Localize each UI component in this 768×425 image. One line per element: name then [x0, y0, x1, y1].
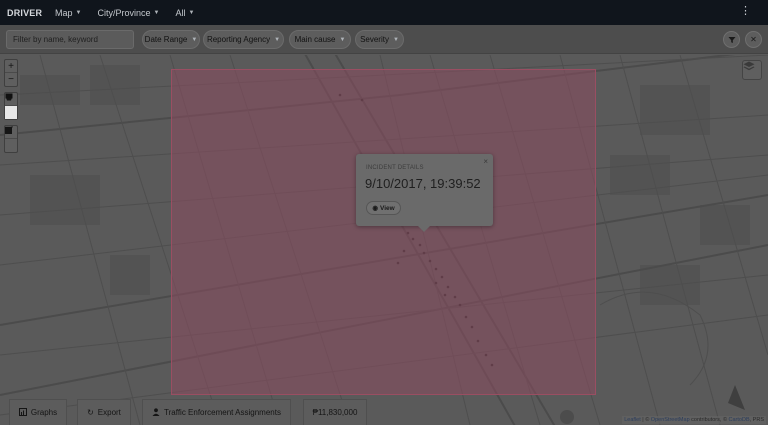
view-incident-button[interactable]: ◉ View — [366, 201, 401, 215]
attrib-tail: , PRS — [749, 417, 764, 423]
zoom-control: + − — [4, 59, 18, 87]
close-icon[interactable]: ✕ — [745, 31, 762, 48]
nav-map-dropdown[interactable]: Map ▼ — [55, 8, 81, 18]
reporting-agency-filter-button[interactable]: Reporting Agency ▼ — [203, 30, 284, 49]
nav-map-label: Map — [55, 7, 73, 18]
caret-down-icon: ▼ — [392, 36, 399, 43]
severity-filter-button[interactable]: Severity ▼ — [355, 30, 404, 49]
user-icon — [152, 407, 160, 418]
layers-icon — [743, 61, 755, 71]
caret-down-icon: ▼ — [75, 9, 82, 16]
reporting-agency-label: Reporting Agency — [206, 35, 271, 44]
zoom-in-button[interactable]: + — [5, 60, 17, 73]
rectangle-icon[interactable] — [5, 93, 17, 119]
main-cause-filter-button[interactable]: Main cause ▼ — [289, 30, 351, 49]
nav-city-province-label: City/Province — [97, 7, 151, 18]
edit-toolbar — [4, 125, 18, 153]
leaflet-link[interactable]: Leaflet — [624, 417, 641, 423]
eye-icon: ◉ — [372, 205, 378, 212]
cost-total-label: ₱11,830,000 — [312, 408, 358, 417]
attrib-mid: contributors, © — [689, 417, 729, 423]
incident-timestamp: 9/10/2017, 19:39:52 — [365, 176, 481, 191]
attrib-sep: | © — [640, 417, 651, 423]
zoom-out-button[interactable]: − — [5, 73, 17, 86]
caret-down-icon: ▼ — [274, 36, 281, 43]
refresh-icon: ↻ — [87, 408, 94, 417]
date-range-filter-button[interactable]: Date Range ▼ — [142, 30, 200, 49]
graphs-label: Graphs — [30, 408, 58, 417]
map-attribution: Leaflet | © OpenStreetMap contributors, … — [622, 416, 766, 424]
popup-heading: INCIDENT DETAILS — [366, 165, 424, 171]
app-window: DRIVER Map ▼ City/Province ▼ All ▼ ⋮ Dat… — [0, 0, 768, 425]
brand-logo[interactable]: DRIVER — [7, 8, 55, 18]
nav-all-dropdown[interactable]: All ▼ — [175, 8, 194, 18]
view-label: View — [379, 204, 395, 212]
caret-down-icon: ▼ — [191, 36, 198, 43]
nav-all-label: All — [175, 7, 186, 18]
export-button[interactable]: ↻ Export — [77, 399, 131, 425]
incident-popup: INCIDENT DETAILS × 9/10/2017, 19:39:52 ◉… — [356, 154, 493, 232]
selection-rectangle[interactable] — [171, 69, 596, 395]
filter-bar: Date Range ▼ Reporting Agency ▼ Main cau… — [0, 25, 768, 54]
graph-icon — [18, 407, 27, 418]
main-cause-label: Main cause — [294, 35, 336, 44]
trash-icon[interactable] — [5, 126, 17, 152]
kebab-menu-icon[interactable]: ⋮ — [740, 6, 751, 17]
draw-toolbar — [4, 92, 18, 120]
osm-link[interactable]: OpenStreetMap — [651, 417, 690, 423]
caret-down-icon: ▼ — [339, 36, 346, 43]
filter-icon[interactable] — [723, 31, 740, 48]
export-label: Export — [97, 408, 121, 417]
date-range-label: Date Range — [144, 35, 188, 44]
traffic-enforcement-button[interactable]: Traffic Enforcement Assignments — [142, 399, 291, 425]
severity-label: Severity — [360, 35, 389, 44]
search-input[interactable] — [6, 30, 134, 49]
caret-down-icon: ▼ — [153, 9, 160, 16]
traffic-enforcement-label: Traffic Enforcement Assignments — [164, 408, 281, 417]
layers-button[interactable] — [742, 60, 762, 80]
close-icon[interactable]: × — [483, 157, 488, 166]
carto-link[interactable]: CartoDB — [729, 417, 750, 423]
top-navbar: DRIVER Map ▼ City/Province ▼ All ▼ ⋮ — [0, 0, 768, 25]
graphs-button[interactable]: Graphs — [9, 399, 67, 425]
nav-city-province-dropdown[interactable]: City/Province ▼ — [97, 8, 159, 18]
map-canvas[interactable]: + − INCIDENT DETAILS × 9/10/2017, 19:39:… — [0, 55, 768, 425]
caret-down-icon: ▼ — [188, 9, 195, 16]
cost-total-badge: ₱11,830,000 — [303, 399, 367, 425]
